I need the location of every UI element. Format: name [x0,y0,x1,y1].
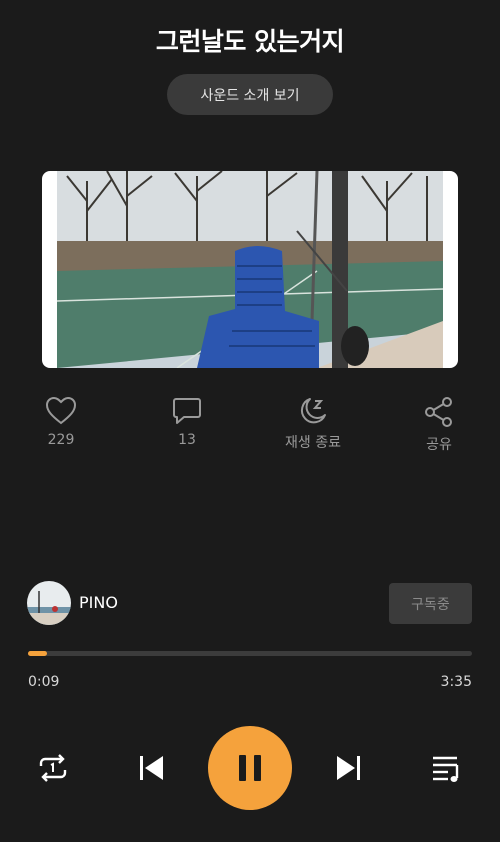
sleep-timer-label: 재생 종료 [285,435,341,451]
track-title: 그런날도 있는거지 [155,27,345,56]
repeat-button[interactable] [35,750,71,786]
repeat-one-icon [39,754,67,782]
sound-intro-button[interactable]: 사운드 소개 보기 [167,74,333,115]
share-action[interactable]: 공유 [399,396,479,454]
playlist-icon [433,756,459,782]
avatar-image [27,581,71,625]
comment-action[interactable]: 13 [147,396,227,448]
like-count: 229 [47,432,75,448]
total-time: 3:35 [440,674,472,690]
playlist-button[interactable] [428,750,464,786]
heart-icon [45,396,77,425]
sleep-timer-action[interactable]: 재생 종료 [273,396,353,452]
pause-icon [239,755,261,781]
play-pause-button[interactable] [208,726,292,810]
artist-name[interactable]: PINO [79,593,118,612]
progress-fill [28,651,47,656]
next-button[interactable] [331,750,367,786]
comment-count: 13 [178,432,196,448]
progress-bar[interactable] [28,651,472,656]
cover-photo [57,171,443,368]
share-icon [425,397,452,427]
next-icon [337,756,360,780]
previous-button[interactable] [133,750,169,786]
comment-icon [173,398,201,424]
artist-avatar[interactable] [27,581,71,625]
share-label: 공유 [426,437,452,453]
subscribe-button[interactable]: 구독중 [389,583,472,624]
previous-icon [140,756,163,780]
current-time: 0:09 [28,674,60,690]
like-action[interactable]: 229 [21,396,101,448]
moon-sleep-icon [300,398,326,424]
album-cover [42,171,458,368]
